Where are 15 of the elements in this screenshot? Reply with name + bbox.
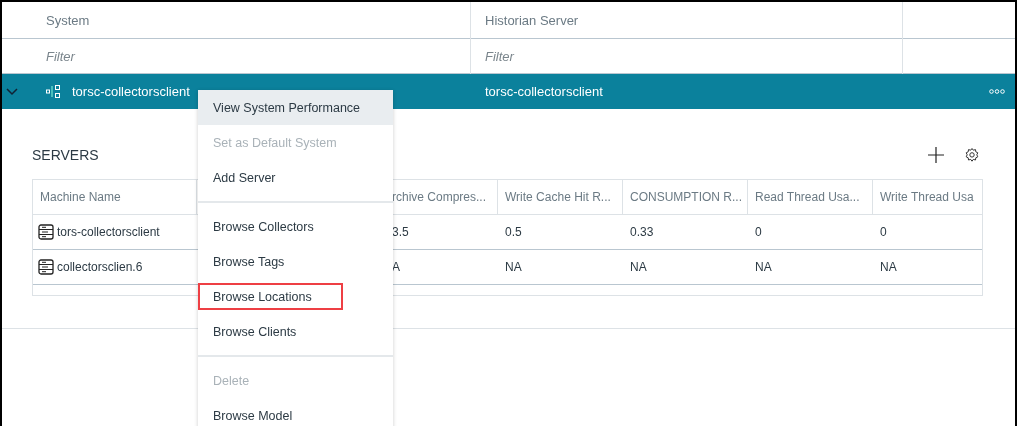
table-cell-text: 0.33 bbox=[629, 224, 655, 241]
system-name: torsc-collectorsclient bbox=[72, 84, 190, 99]
table-cell-text: NA bbox=[879, 259, 898, 276]
table-cell-text: NA bbox=[629, 259, 648, 276]
table-cell-text: 0.5 bbox=[504, 224, 523, 241]
table-cell-text: A bbox=[392, 259, 401, 276]
machine-name: tors-collectorsclient bbox=[57, 225, 160, 239]
table-cell-text: 0 bbox=[754, 224, 763, 241]
table-cell-text: 0 bbox=[879, 224, 888, 241]
table-cell-text: 3.5 bbox=[392, 224, 410, 241]
table-cell-text: NA bbox=[504, 259, 523, 276]
historian-server-name: torsc-collectorsclient bbox=[485, 84, 603, 99]
table-cell-text: NA bbox=[754, 259, 773, 276]
section-title: SERVERS bbox=[32, 147, 99, 163]
machine-name: collectorsclien.6 bbox=[57, 260, 143, 274]
